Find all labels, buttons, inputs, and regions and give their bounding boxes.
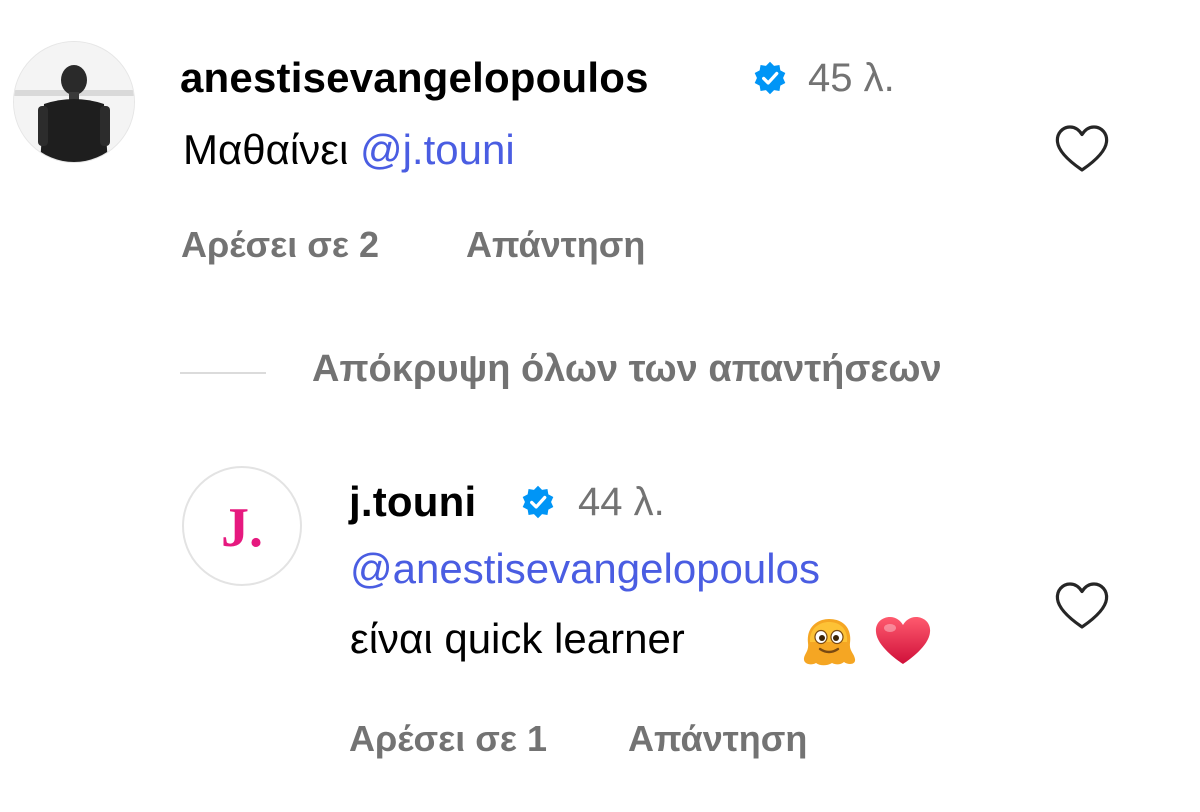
brand-logo: J. bbox=[221, 497, 263, 559]
divider bbox=[180, 372, 266, 374]
comment-body: Μαθαίνει bbox=[183, 126, 360, 173]
verified-badge-icon bbox=[754, 61, 786, 95]
hide-replies-button[interactable]: Απόκρυψη όλων των απαντήσεων bbox=[312, 348, 942, 391]
reply-button[interactable]: Απάντηση bbox=[628, 718, 807, 760]
comment-body: είναι quick learner bbox=[350, 615, 685, 662]
like-heart-icon[interactable] bbox=[1053, 580, 1111, 632]
verified-badge-icon bbox=[522, 485, 554, 519]
comment-username[interactable]: anestisevangelopoulos bbox=[180, 54, 649, 102]
likes-count-button[interactable]: Αρέσει σε 1 bbox=[349, 718, 547, 760]
melting-face-emoji-icon bbox=[803, 619, 856, 666]
likes-count-button[interactable]: Αρέσει σε 2 bbox=[181, 224, 379, 266]
reply-button[interactable]: Απάντηση bbox=[466, 224, 645, 266]
like-heart-icon[interactable] bbox=[1053, 123, 1111, 175]
avatar[interactable] bbox=[13, 41, 135, 163]
comment-username[interactable]: j.touni bbox=[349, 478, 476, 526]
red-heart-emoji-icon bbox=[875, 617, 931, 664]
comment-timestamp[interactable]: 44 λ. bbox=[578, 480, 665, 525]
mention-link[interactable]: @j.touni bbox=[360, 126, 515, 173]
profile-photo-icon bbox=[14, 42, 134, 162]
comment-timestamp[interactable]: 45 λ. bbox=[808, 56, 895, 101]
avatar[interactable]: J. bbox=[182, 466, 302, 586]
mention-link[interactable]: @anestisevangelopoulos bbox=[350, 545, 820, 593]
comment-text: Μαθαίνει @j.touni bbox=[183, 126, 515, 174]
comment-text: είναι quick learner bbox=[350, 615, 685, 663]
